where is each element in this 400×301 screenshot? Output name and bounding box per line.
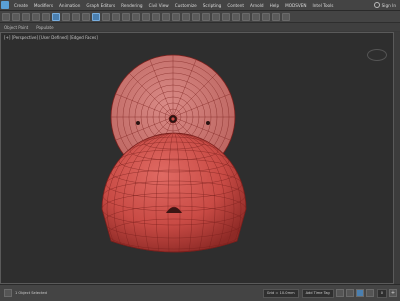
window-crossing-icon[interactable] (82, 12, 90, 21)
sign-in-link[interactable]: Sign In (382, 3, 396, 8)
angle-snap-icon[interactable] (152, 12, 160, 21)
menu-rendering[interactable]: Rendering (118, 3, 145, 8)
select-by-name-icon[interactable] (62, 12, 70, 21)
pivot-center-icon[interactable] (132, 12, 140, 21)
status-bar: 1 Object Selected Grid = 10.0mm Add Time… (0, 284, 400, 301)
rendered-frame-icon[interactable] (272, 12, 280, 21)
menu-graph-editors[interactable]: Graph Editors (83, 3, 118, 8)
menu-arnold[interactable]: Arnold (247, 3, 267, 8)
render-setup-icon[interactable] (262, 12, 270, 21)
user-icon[interactable] (373, 2, 380, 8)
tab-populate[interactable]: Populate (32, 25, 57, 30)
menu-help[interactable]: Help (267, 3, 283, 8)
lamp-mesh (101, 54, 247, 253)
maxscript-listener-icon[interactable] (4, 289, 12, 297)
main-toolbar (0, 11, 400, 23)
go-to-start-icon[interactable] (335, 289, 344, 297)
menu-create[interactable]: Create (11, 3, 31, 8)
menubar-right: Sign In (373, 2, 400, 8)
render-icon[interactable] (282, 12, 290, 21)
status-mid: Grid = 10.0mm Add Time Tag (260, 288, 334, 298)
toggle-ribbon-icon[interactable] (222, 12, 230, 21)
previous-frame-icon[interactable] (345, 289, 354, 297)
rotate-icon[interactable] (102, 12, 110, 21)
align-icon[interactable] (202, 12, 210, 21)
layer-explorer-icon[interactable] (212, 12, 220, 21)
perspective-viewport[interactable]: [+] [Perspective] [User Defined] [Edged … (0, 32, 394, 284)
snap-icon[interactable] (142, 12, 150, 21)
add-time-tag-button[interactable]: Add Time Tag (301, 288, 334, 298)
menu-civil-view[interactable]: Civil View (146, 3, 172, 8)
link-icon[interactable] (22, 12, 30, 21)
selection-region-icon[interactable] (72, 12, 80, 21)
material-editor-icon[interactable] (252, 12, 260, 21)
menu-scripting[interactable]: Scripting (200, 3, 225, 8)
menu-customize[interactable]: Customize (172, 3, 200, 8)
spinner-snap-icon[interactable] (172, 12, 180, 21)
menu-items: Create Modifiers Animation Graph Editors Ren… (11, 3, 336, 8)
menu-modsven[interactable]: MODSVEN (282, 3, 309, 8)
tab-object-paint[interactable]: Object Paint (0, 25, 32, 30)
mirror-icon[interactable] (192, 12, 200, 21)
named-selection-icon[interactable] (182, 12, 190, 21)
screw-hole-left (136, 121, 140, 125)
menu-content[interactable]: Content (224, 3, 247, 8)
unlink-icon[interactable] (32, 12, 40, 21)
move-icon[interactable] (92, 12, 100, 21)
playback-controls: 0 + (334, 288, 400, 298)
selection-status: 1 Object Selected (15, 291, 47, 295)
zoom-extents-icon[interactable]: + (389, 289, 397, 297)
shade-sphere-mesh (101, 132, 247, 253)
app-logo-icon[interactable] (1, 1, 9, 9)
placement-icon[interactable] (122, 12, 130, 21)
menu-intel-tools[interactable]: Intel Tools (310, 3, 337, 8)
schematic-view-icon[interactable] (242, 12, 250, 21)
grid-readout: Grid = 10.0mm (262, 288, 299, 298)
play-icon[interactable] (355, 289, 364, 297)
select-object-icon[interactable] (52, 12, 60, 21)
undo-icon[interactable] (2, 12, 10, 21)
ribbon-tabs: Object Paint Populate (0, 23, 400, 31)
menu-modifiers[interactable]: Modifiers (31, 3, 56, 8)
scale-icon[interactable] (112, 12, 120, 21)
command-panel-edge (394, 32, 400, 284)
menu-animation[interactable]: Animation (56, 3, 83, 8)
bind-spacewarp-icon[interactable] (42, 12, 50, 21)
redo-icon[interactable] (12, 12, 20, 21)
menu-bar: Create Modifiers Animation Graph Editors Ren… (0, 0, 400, 11)
current-frame-field[interactable]: 0 (376, 288, 387, 298)
status-left: 1 Object Selected (0, 289, 47, 297)
curve-editor-icon[interactable] (232, 12, 240, 21)
percent-snap-icon[interactable] (162, 12, 170, 21)
next-frame-icon[interactable] (365, 289, 374, 297)
screw-hole-right (206, 121, 210, 125)
